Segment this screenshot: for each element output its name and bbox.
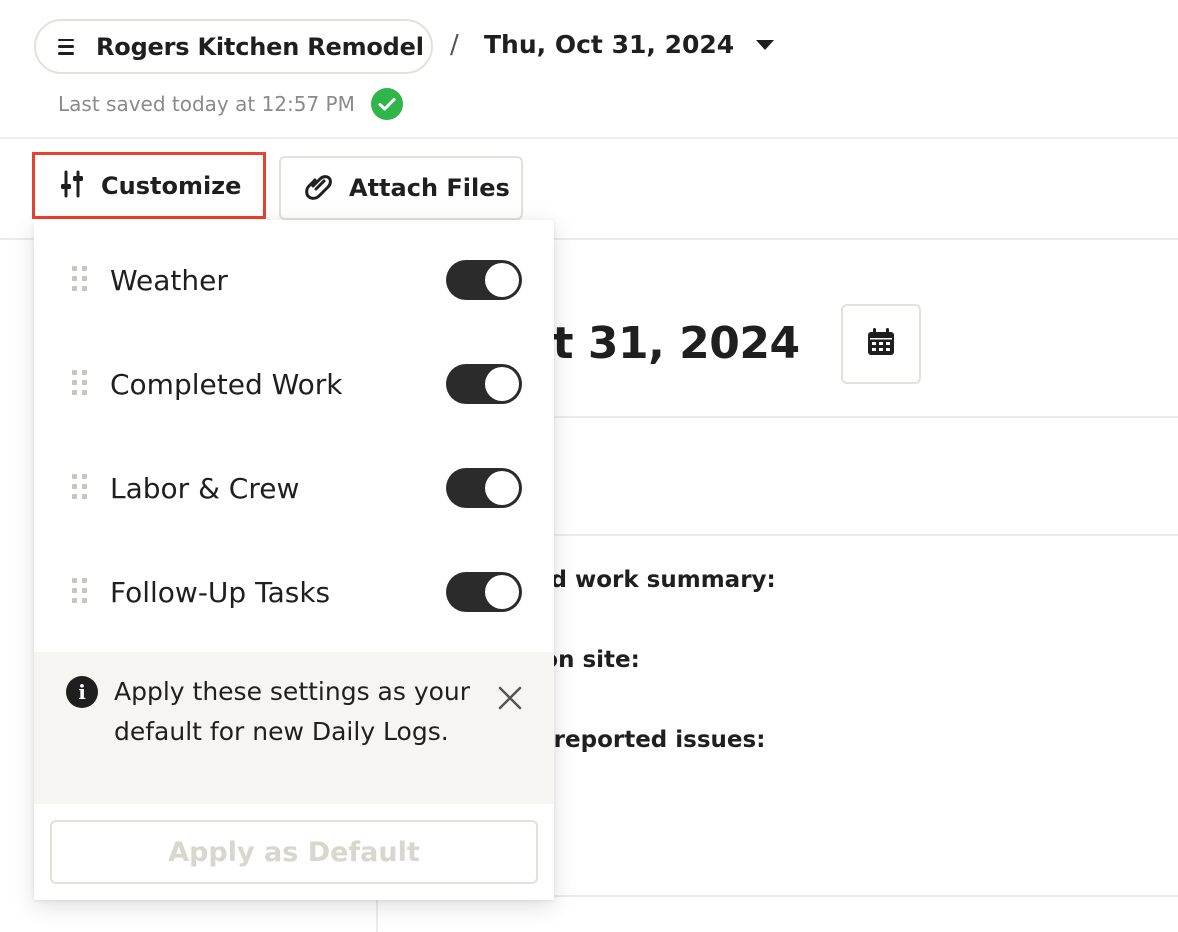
saved-status-text: Last saved today at 12:57 PM [58, 92, 355, 116]
menu-icon [58, 38, 78, 55]
menu-item-label: Weather [110, 263, 228, 297]
drag-handle-icon[interactable] [72, 370, 87, 398]
calendar-button[interactable] [841, 304, 921, 384]
header-divider [0, 137, 1178, 139]
info-icon: i [66, 676, 98, 708]
customize-button[interactable]: Customize [32, 152, 266, 219]
follow-up-tasks-toggle[interactable] [446, 572, 522, 612]
breadcrumb-separator: / [450, 30, 459, 60]
menu-item-label: Labor & Crew [110, 471, 300, 505]
project-title: Rogers Kitchen Remodel [96, 32, 424, 61]
drag-handle-icon[interactable] [72, 578, 87, 606]
attach-files-label: Attach Files [349, 174, 510, 202]
date-selector[interactable]: Thu, Oct 31, 2024 [484, 30, 775, 59]
customize-menu: Weather Completed Work Labor & Crew Foll… [34, 220, 554, 900]
apply-as-default-button[interactable]: Apply as Default [50, 820, 538, 884]
project-selector[interactable]: Rogers Kitchen Remodel [34, 19, 433, 74]
calendar-icon [866, 327, 896, 361]
paperclip-icon [303, 170, 335, 206]
customize-label: Customize [101, 171, 242, 200]
saved-status: Last saved today at 12:57 PM [58, 88, 403, 120]
check-circle-icon [370, 88, 403, 120]
labor-crew-toggle[interactable] [446, 468, 522, 508]
completed-work-toggle[interactable] [446, 364, 522, 404]
menu-item-label: Completed Work [110, 367, 343, 401]
drag-handle-icon[interactable] [72, 474, 87, 502]
drag-handle-icon[interactable] [72, 266, 87, 294]
menu-item-weather[interactable]: Weather [34, 250, 554, 310]
menu-item-labor-crew[interactable]: Labor & Crew [34, 458, 554, 518]
weather-toggle[interactable] [446, 260, 522, 300]
menu-item-completed-work[interactable]: Completed Work [34, 354, 554, 414]
attach-files-button[interactable]: Attach Files [279, 156, 523, 220]
menu-item-label: Follow-Up Tasks [110, 575, 331, 609]
default-settings-notice: i Apply these settings as your default f… [34, 652, 554, 804]
notice-text: Apply these settings as your default for… [114, 677, 471, 746]
chevron-down-icon [756, 39, 775, 50]
sliders-icon [59, 170, 85, 202]
date-crumb-label: Thu, Oct 31, 2024 [484, 30, 735, 59]
close-icon[interactable] [492, 680, 528, 716]
menu-item-follow-up-tasks[interactable]: Follow-Up Tasks [34, 562, 554, 622]
